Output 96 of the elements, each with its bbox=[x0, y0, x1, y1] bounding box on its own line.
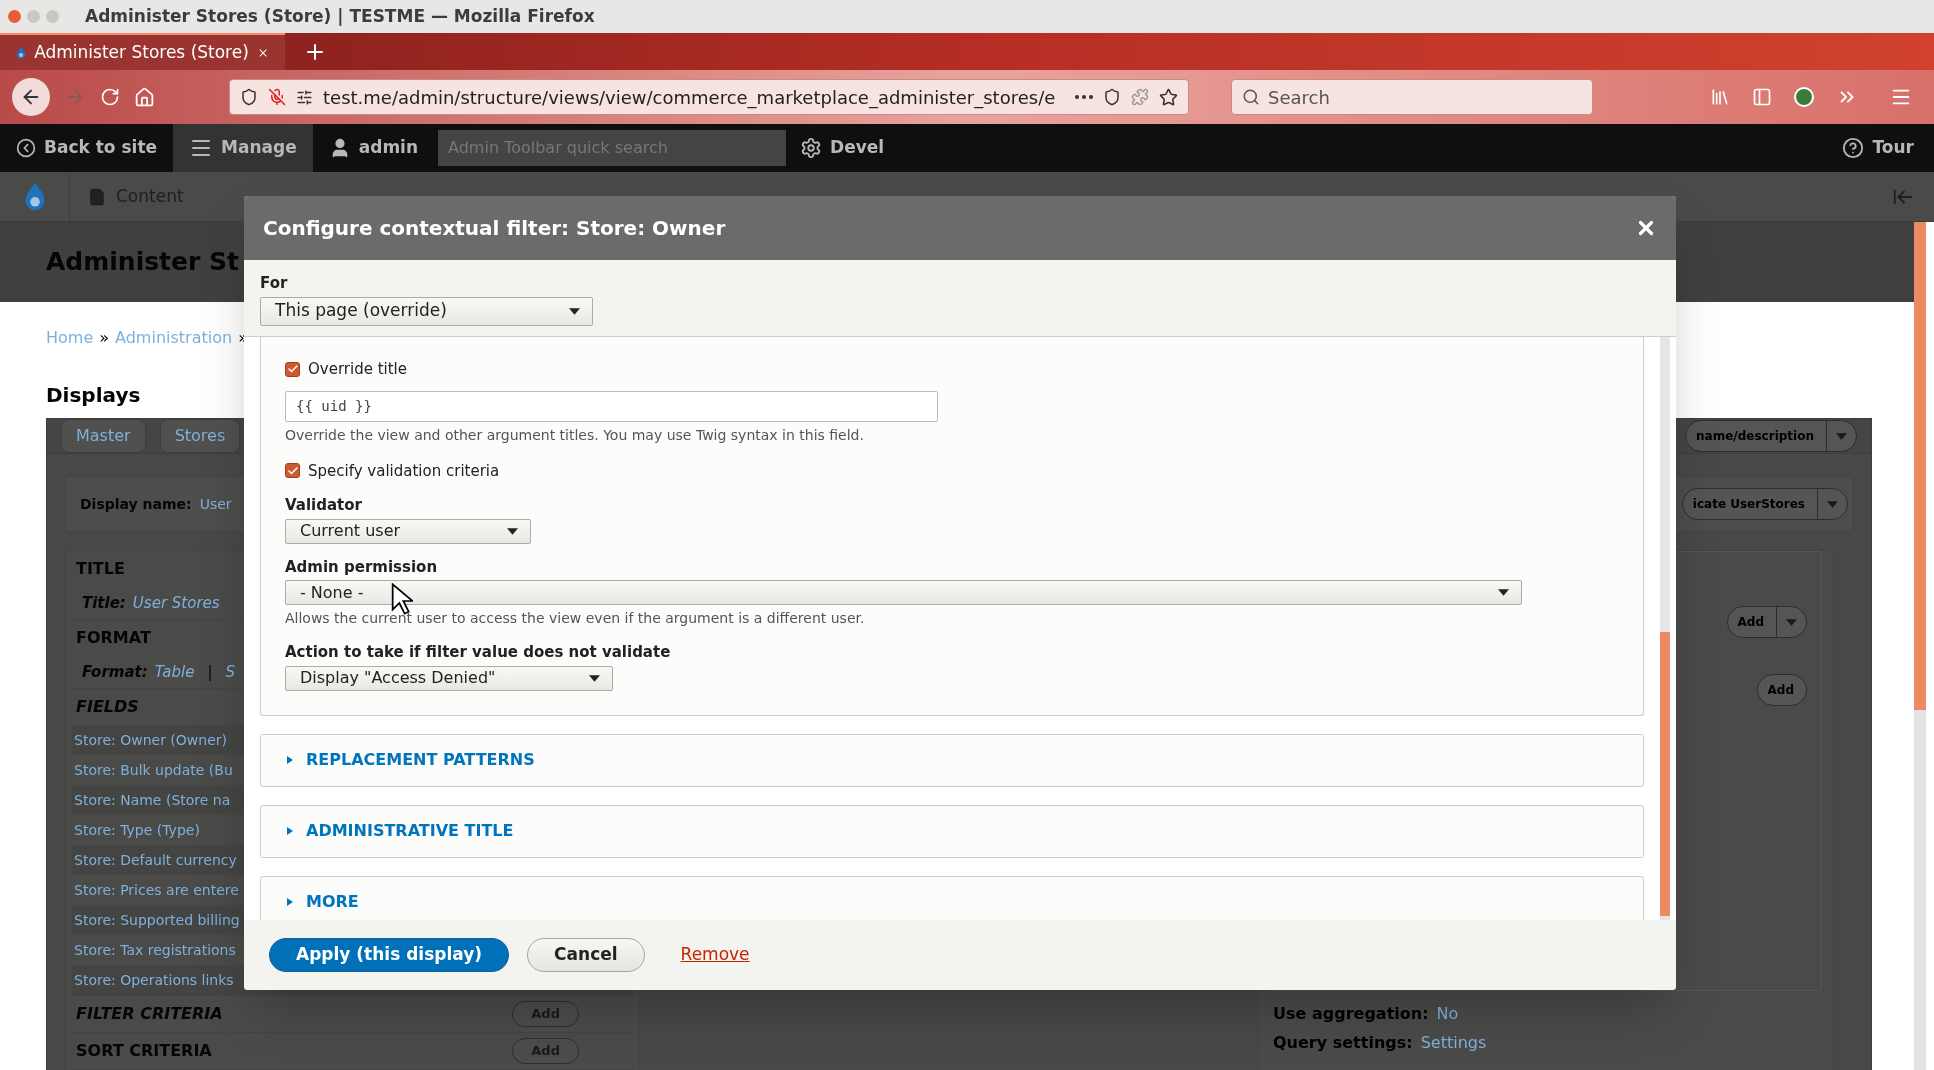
section-heading: FILTER CRITERIA bbox=[76, 1003, 223, 1025]
help-icon bbox=[1842, 137, 1865, 159]
apply-button[interactable]: Apply (this display) bbox=[269, 938, 510, 972]
search-placeholder: Search bbox=[1268, 85, 1330, 110]
setting-link[interactable]: No bbox=[1436, 1001, 1459, 1026]
displays-heading: Displays bbox=[46, 382, 141, 409]
collapsible-section[interactable]: MORE bbox=[260, 875, 1644, 920]
field-label: Admin permission bbox=[285, 556, 439, 578]
search-icon bbox=[1242, 88, 1260, 106]
toolbar-item[interactable]: Devel bbox=[786, 124, 899, 172]
setting-link[interactable]: S bbox=[225, 660, 235, 684]
select-dropdown[interactable]: This page (override) bbox=[260, 296, 593, 326]
collapsible-section[interactable]: ADMINISTRATIVE TITLE bbox=[260, 804, 1644, 858]
crossed-out-microphone-icon[interactable] bbox=[268, 88, 286, 106]
search-field[interactable]: Search bbox=[1231, 79, 1593, 115]
cancel-button[interactable]: Cancel bbox=[527, 938, 645, 972]
setting-link[interactable]: Table bbox=[154, 660, 195, 684]
caret-icon bbox=[507, 527, 518, 535]
checkbox-label: Specify validation criteria bbox=[308, 460, 500, 482]
add-button[interactable]: Add bbox=[1756, 674, 1807, 706]
sidebar-icon[interactable] bbox=[1752, 87, 1772, 107]
section-heading: SORT CRITERIA bbox=[76, 1040, 212, 1062]
checkbox[interactable] bbox=[285, 463, 300, 479]
field-description: Allows the current user to access the view even if the argument is a different user. bbox=[285, 609, 866, 628]
toolbar-item[interactable]: Back to site bbox=[0, 124, 174, 172]
setting-link[interactable]: User Stores bbox=[132, 591, 220, 615]
mouse-cursor-icon bbox=[391, 583, 413, 615]
select-dropdown[interactable]: - None - bbox=[285, 580, 1522, 605]
field-description: Override the view and other argument titles. You may use Twig syntax in this field. bbox=[285, 425, 865, 445]
back-icon bbox=[16, 138, 36, 158]
section-title: REPLACEMENT PATTERNS bbox=[306, 749, 535, 771]
tab-title: Administer Stores (Store) bbox=[34, 40, 249, 64]
duplicate-button[interactable]: icate UserStores bbox=[1681, 488, 1848, 520]
setting-label: Format: bbox=[82, 661, 148, 683]
shield-icon[interactable] bbox=[240, 88, 258, 106]
setting-label: Query settings: bbox=[1273, 1031, 1413, 1054]
separator: | bbox=[206, 661, 214, 683]
caret-icon bbox=[1836, 432, 1847, 440]
section-heading: TITLE bbox=[76, 558, 125, 580]
field-label: For bbox=[260, 273, 289, 294]
page-scrollbar[interactable] bbox=[1914, 222, 1926, 1070]
field-label: Action to take if filter value does not validate bbox=[285, 642, 672, 663]
gear-icon bbox=[800, 137, 823, 159]
field-label: Validator bbox=[285, 495, 363, 516]
home-icon[interactable] bbox=[134, 86, 155, 108]
display-tab[interactable]: Master bbox=[61, 419, 146, 453]
more-dots-icon[interactable] bbox=[1075, 95, 1093, 99]
window-title: Administer Stores (Store) | TESTME — Mozilla Firefox bbox=[85, 4, 595, 28]
document-icon bbox=[88, 187, 106, 206]
dialog-scrollbar[interactable] bbox=[1660, 337, 1670, 920]
puzzle-icon[interactable] bbox=[1131, 88, 1149, 106]
select-dropdown[interactable]: Display "Access Denied" bbox=[285, 665, 613, 691]
edit-name-button[interactable]: name/description bbox=[1685, 420, 1857, 452]
display-name-link[interactable]: User bbox=[199, 493, 232, 515]
toolbar-item[interactable]: admin bbox=[312, 124, 435, 172]
checkbox-label: Override title bbox=[308, 359, 407, 380]
caret-icon bbox=[1827, 500, 1838, 508]
section-heading: FORMAT bbox=[76, 627, 151, 649]
caret-icon bbox=[569, 307, 580, 315]
page-settings-icon[interactable] bbox=[296, 88, 313, 106]
breadcrumb-separator: » bbox=[99, 327, 110, 349]
collapsible-section[interactable]: REPLACEMENT PATTERNS bbox=[260, 733, 1644, 787]
scrollbar-thumb[interactable] bbox=[1660, 632, 1670, 916]
url-text: test.me/admin/structure/views/view/commerce_marketplace_administer_stores/e bbox=[323, 85, 1057, 111]
toolbar-item[interactable]: Manage bbox=[173, 124, 313, 172]
setting-label: Title: bbox=[82, 592, 126, 614]
extension-icon[interactable] bbox=[1794, 87, 1814, 107]
text-field[interactable]: {{ uid }} bbox=[285, 390, 938, 422]
drupal-drop-icon bbox=[22, 180, 47, 213]
remove-link[interactable]: Remove bbox=[680, 942, 750, 968]
caret-icon bbox=[1498, 589, 1509, 596]
scrollbar-thumb[interactable] bbox=[1914, 222, 1926, 710]
dialog-title: Configure contextual filter: Store: Owner bbox=[263, 215, 727, 242]
caret-icon bbox=[589, 674, 600, 682]
setting-label: Use aggregation: bbox=[1273, 1002, 1429, 1025]
reload-icon[interactable] bbox=[100, 87, 120, 107]
display-name-label: Display name: bbox=[80, 494, 192, 514]
add-button[interactable]: Add bbox=[1726, 606, 1807, 638]
library-icon[interactable] bbox=[1710, 87, 1730, 107]
back-button[interactable] bbox=[12, 78, 50, 116]
breadcrumb-link[interactable]: Home bbox=[46, 326, 94, 350]
select-dropdown[interactable]: Current user bbox=[285, 518, 531, 544]
display-tab[interactable]: Stores bbox=[159, 419, 241, 453]
setting-link[interactable]: Settings bbox=[1420, 1030, 1487, 1055]
url-field[interactable]: test.me/admin/structure/views/view/commerce_marketplace_administer_stores/e bbox=[229, 79, 1189, 115]
breadcrumb-link[interactable]: Administration bbox=[115, 326, 233, 350]
section-title: ADMINISTRATIVE TITLE bbox=[306, 820, 514, 842]
browser-tab[interactable]: Administer Stores (Store) bbox=[0, 33, 285, 70]
section-heading: FIELDS bbox=[76, 696, 139, 718]
bookmark-star-icon[interactable] bbox=[1159, 87, 1178, 107]
caret-icon bbox=[1786, 618, 1797, 626]
section-title: MORE bbox=[306, 891, 359, 913]
checkbox[interactable] bbox=[285, 361, 300, 377]
close-window-icon[interactable] bbox=[8, 10, 21, 23]
page-title: Administer St bbox=[46, 246, 239, 279]
tour-button[interactable]: Tour bbox=[1822, 124, 1934, 172]
